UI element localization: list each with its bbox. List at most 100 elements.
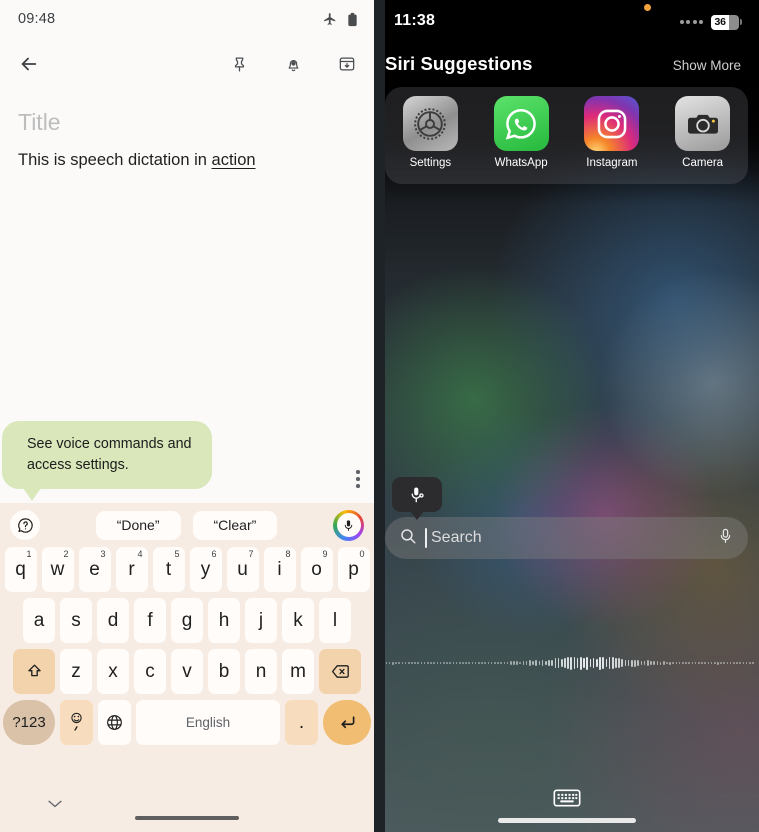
dual-screenshot-stage: 09:48 Title This is speech dictation in … <box>0 0 759 832</box>
reminder-bell-icon[interactable] <box>280 51 306 77</box>
key-number: 6 <box>211 549 217 559</box>
key-b[interactable]: b <box>208 649 240 694</box>
waveform-bar <box>503 662 506 664</box>
waveform-bar <box>458 661 461 665</box>
waveform-bar <box>417 661 420 665</box>
dictation-settings-mic-icon[interactable] <box>392 477 442 520</box>
key-y[interactable]: 6y <box>189 547 222 592</box>
android-home-indicator[interactable] <box>135 816 239 820</box>
key-o[interactable]: 9o <box>300 547 333 592</box>
key-x[interactable]: x <box>97 649 129 694</box>
key-label: r <box>128 558 135 580</box>
microphone-icon[interactable] <box>333 509 364 541</box>
key-d[interactable]: d <box>97 598 129 643</box>
waveform-bar <box>430 661 432 665</box>
key-h[interactable]: h <box>208 598 240 643</box>
waveform-bar <box>586 656 589 670</box>
help-speech-bubble-icon[interactable] <box>10 510 40 540</box>
waveform-bar <box>621 659 624 667</box>
waveform-bar <box>752 662 754 664</box>
key-j[interactable]: j <box>245 598 277 643</box>
note-body-input[interactable]: This is speech dictation in action <box>18 149 356 173</box>
waveform-bar <box>653 660 655 666</box>
waveform-bar <box>484 662 487 664</box>
key-i[interactable]: 8i <box>263 547 296 592</box>
key-v[interactable]: v <box>171 649 203 694</box>
key-number: 0 <box>359 549 365 559</box>
shift-icon[interactable] <box>13 649 55 694</box>
waveform-bar <box>481 662 483 664</box>
waveform-bar <box>717 661 719 665</box>
key-g[interactable]: g <box>171 598 203 643</box>
waveform-bar <box>589 658 592 668</box>
waveform-bar <box>490 661 493 665</box>
period-key[interactable]: . <box>285 700 318 745</box>
key-f[interactable]: f <box>134 598 166 643</box>
app-settings[interactable]: Settings <box>391 96 469 169</box>
waveform-bar <box>516 661 518 665</box>
key-number: 4 <box>137 549 143 559</box>
hide-keyboard-chevron[interactable] <box>46 796 64 814</box>
key-t[interactable]: 5t <box>152 547 185 592</box>
waveform-bar <box>551 659 553 667</box>
ios-search-field[interactable]: Search <box>385 517 748 559</box>
waveform-bar <box>666 661 668 665</box>
key-a[interactable]: a <box>23 598 55 643</box>
chip-done[interactable]: “Done” <box>95 510 181 540</box>
ios-status-bar: 11:38 36 <box>374 0 759 44</box>
pin-icon[interactable] <box>226 51 252 77</box>
app-instagram[interactable]: Instagram <box>573 96 651 169</box>
battery-icon: 36 <box>711 14 742 30</box>
waveform-bar <box>519 661 522 665</box>
key-u[interactable]: 7u <box>226 547 259 592</box>
emoji-comma-key[interactable] <box>60 700 93 745</box>
waveform-bar <box>624 659 627 667</box>
key-e[interactable]: 3e <box>78 547 111 592</box>
tooltip-tail <box>410 511 424 520</box>
waveform-bar <box>493 661 496 665</box>
waveform-bar <box>541 659 544 667</box>
key-p[interactable]: 0p <box>337 547 370 592</box>
show-more-button[interactable]: Show More <box>673 58 741 73</box>
space-key[interactable]: English <box>136 700 280 745</box>
enter-icon[interactable] <box>323 700 371 745</box>
waveform-bar <box>427 661 429 665</box>
ios-home-indicator[interactable] <box>497 818 636 823</box>
waveform-bar <box>525 661 528 665</box>
note-title-input[interactable]: Title <box>18 109 356 135</box>
key-k[interactable]: k <box>282 598 314 643</box>
voice-commands-tooltip[interactable]: See voice commands and access settings. <box>2 421 212 502</box>
key-label: t <box>165 558 172 580</box>
back-button[interactable] <box>16 51 42 77</box>
key-q[interactable]: 1q <box>4 547 37 592</box>
waveform-bar <box>723 662 726 664</box>
symbols-key[interactable]: ?123 <box>3 700 55 745</box>
waveform-bar <box>580 656 582 670</box>
settings-gear-icon <box>402 96 458 151</box>
siri-suggestions-header: Siri Suggestions Show More <box>374 53 759 75</box>
screen-divider <box>374 0 385 832</box>
waveform-bar <box>388 661 391 665</box>
key-l[interactable]: l <box>319 598 351 643</box>
backspace-icon[interactable] <box>319 649 361 694</box>
key-r[interactable]: 4r <box>115 547 148 592</box>
app-camera[interactable]: Camera <box>664 96 742 169</box>
key-w[interactable]: 2w <box>41 547 74 592</box>
waveform-bar <box>707 662 710 664</box>
instagram-icon <box>584 96 640 151</box>
archive-icon[interactable] <box>334 51 360 77</box>
keyboard-icon[interactable] <box>552 787 581 814</box>
key-z[interactable]: z <box>60 649 92 694</box>
overflow-menu-button[interactable] <box>356 470 360 488</box>
chip-clear[interactable]: “Clear” <box>192 510 278 540</box>
key-c[interactable]: c <box>134 649 166 694</box>
waveform-bar <box>748 662 751 664</box>
waveform-bar <box>701 662 703 664</box>
key-n[interactable]: n <box>245 649 277 694</box>
app-whatsapp[interactable]: WhatsApp <box>482 96 560 169</box>
key-m[interactable]: m <box>282 649 314 694</box>
globe-language-icon[interactable] <box>98 700 131 745</box>
microphone-icon[interactable] <box>717 526 734 551</box>
key-s[interactable]: s <box>60 598 92 643</box>
app-label: Settings <box>409 157 452 169</box>
